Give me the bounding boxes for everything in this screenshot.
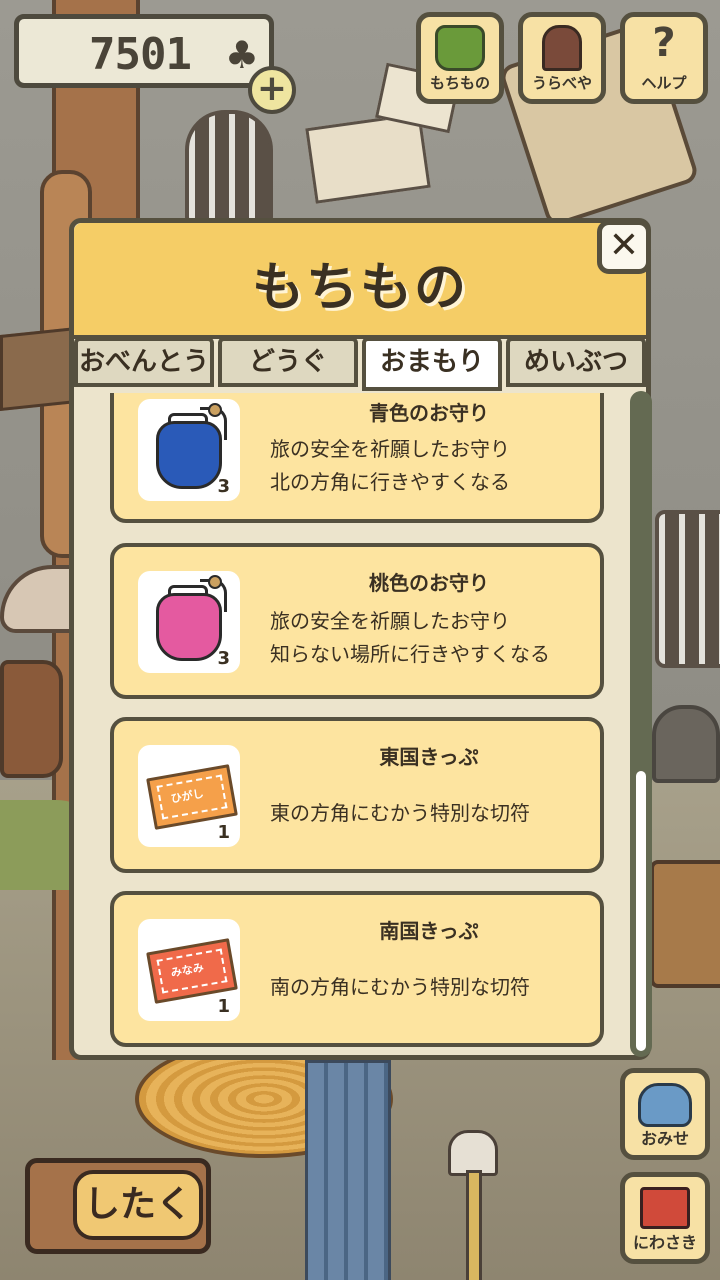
barred-window: [185, 110, 273, 223]
tab-specialties[interactable]: めいぶつ: [506, 337, 646, 387]
pinned-note: [305, 112, 431, 204]
tab-tools[interactable]: どうぐ: [218, 337, 358, 387]
item-description-line-1: 旅の安全を祈願したお守り: [270, 609, 510, 633]
back-room-button[interactable]: うらべや: [518, 12, 606, 104]
item-description-line-2: 北の方角に行きやすくなる: [270, 470, 510, 494]
close-button[interactable]: ✕: [597, 220, 651, 274]
shop-icon: [638, 1083, 692, 1127]
tab-bento[interactable]: おべんとう: [74, 337, 214, 387]
mailbox-icon: [640, 1187, 690, 1229]
item-thumbnail: みなみ 1: [138, 919, 240, 1021]
scrollbar-thumb[interactable]: [636, 771, 646, 1051]
item-quantity: 3: [217, 648, 230, 669]
south-ticket-icon: みなみ: [146, 938, 238, 1004]
east-ticket-icon: ひがし: [146, 764, 238, 830]
item-description-line-2: 知らない場所に行きやすくなる: [270, 642, 550, 666]
item-thumbnail: ひがし 1: [138, 745, 240, 847]
help-icon: ?: [652, 20, 676, 66]
bag-icon: [435, 25, 485, 71]
list-item[interactable]: ひがし 1 東国きっぷ 東の方角にむかう特別な切符: [110, 717, 604, 873]
clover-count: 7501: [89, 29, 192, 80]
door-icon: [542, 25, 582, 71]
category-tabs: おべんとう どうぐ おまもり めいぶつ: [74, 335, 646, 391]
help-button[interactable]: ? ヘルプ: [620, 12, 708, 104]
lamp-pole: [466, 1170, 482, 1280]
inventory-dialog: もちもの おべんとう どうぐ おまもり めいぶつ 3 青色のお守り 旅の安全を祈…: [69, 218, 652, 1060]
item-name: 南国きっぷ: [379, 919, 479, 943]
garden-label: にわさき: [632, 1233, 697, 1252]
clover-counter: 7501 ♣: [14, 14, 274, 88]
item-shelf: [650, 860, 720, 988]
dialog-header: もちもの: [74, 223, 646, 339]
inventory-label: もちもの: [429, 74, 490, 92]
list-item[interactable]: 3 桃色のお守り 旅の安全を祈願したお守り 知らない場所に行きやすくなる: [110, 543, 604, 699]
list-scrollbar[interactable]: [630, 391, 652, 1057]
item-quantity: 3: [217, 476, 230, 497]
item-description-line-1: 南の方角にむかう特別な切符: [270, 975, 530, 999]
item-list: 3 青色のお守り 旅の安全を祈願したお守り 北の方角に行きやすくなる 3 桃色の…: [110, 393, 610, 1053]
clay-pot: [0, 660, 63, 778]
item-quantity: 1: [217, 996, 230, 1017]
floor-lamp: [440, 1130, 500, 1280]
garden-button[interactable]: にわさき: [620, 1172, 710, 1264]
dialog-title: もちもの: [251, 258, 468, 318]
item-thumbnail: 3: [138, 399, 240, 501]
help-label: ヘルプ: [641, 74, 687, 92]
side-window: [655, 510, 720, 668]
list-item[interactable]: 3 青色のお守り 旅の安全を祈願したお守り 北の方角に行きやすくなる: [110, 393, 604, 523]
item-name: 東国きっぷ: [379, 745, 479, 769]
shop-label: おみせ: [640, 1129, 689, 1148]
shop-button[interactable]: おみせ: [620, 1068, 710, 1160]
item-quantity: 1: [217, 822, 230, 843]
prepare-label: したく: [73, 1170, 203, 1240]
item-name: 桃色のお守り: [369, 571, 489, 595]
inventory-button[interactable]: もちもの: [416, 12, 504, 104]
blue-curtain: [305, 1060, 391, 1280]
clover-icon: ♣: [224, 33, 259, 77]
tab-amulets[interactable]: おまもり: [362, 337, 502, 391]
list-item[interactable]: みなみ 1 南国きっぷ 南の方角にむかう特別な切符: [110, 891, 604, 1047]
wall-hole: [652, 705, 720, 783]
item-thumbnail: 3: [138, 571, 240, 673]
add-clover-button[interactable]: +: [248, 66, 296, 114]
pouch-bead: [208, 403, 222, 417]
item-name: 青色のお守り: [369, 401, 489, 425]
back-room-label: うらべや: [531, 74, 592, 92]
prepare-button[interactable]: したく: [25, 1158, 211, 1254]
item-description-line-1: 東の方角にむかう特別な切符: [270, 801, 530, 825]
item-description-line-1: 旅の安全を祈願したお守り: [270, 437, 510, 461]
pouch-bead: [208, 575, 222, 589]
